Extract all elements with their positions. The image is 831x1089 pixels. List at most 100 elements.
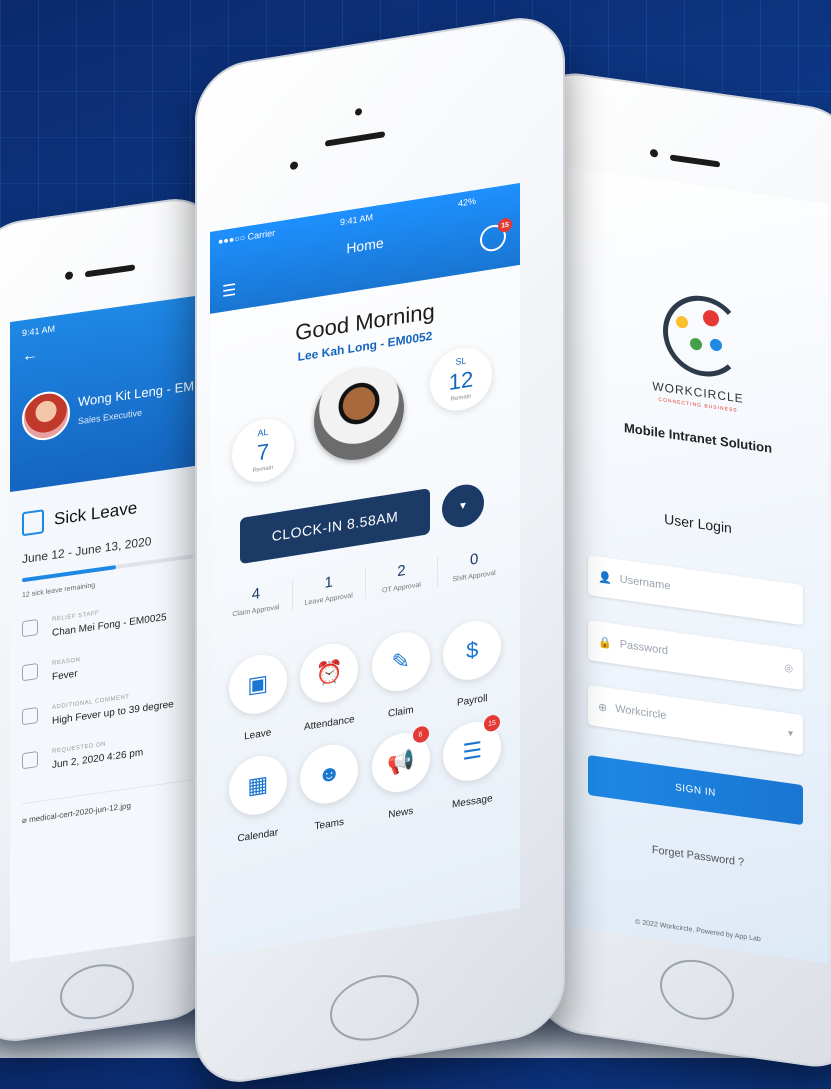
approval-item[interactable]: 0 Shift Approval [438,545,510,586]
approval-item[interactable]: 4 Claim Approval [220,579,293,622]
username-placeholder: Username [619,573,671,593]
money-icon: $ [466,636,479,664]
employee-title: Sales Executive [78,407,143,427]
approval-item[interactable]: 2 OT Approval [365,556,439,599]
paperclip-icon: ⌀ [22,815,27,826]
leave-details: RELIEF STAFF Chan Mei Fong - EM0025 REAS… [22,597,193,775]
status-time: 9:41 AM [340,212,374,228]
tile-icon-circle: $ [443,616,502,684]
login-screen: WORKCIRCLE CONNECTING BUSINESS Mobile In… [568,167,828,964]
username-field[interactable]: 👤 Username [588,554,803,626]
phone-center: ●●●○○ Carrier 9:41 AM 42% Home ☰ 15 Good… [195,10,565,1089]
person-icon [22,619,38,638]
menu-grid: ▣ Leave ⏰ Attendance ✎ Claim $ Payroll ▦ Cal… [222,616,508,847]
password-placeholder: Password [619,638,668,658]
chevron-down-icon[interactable]: ▼ [442,481,484,531]
leave-progress-fill [22,565,117,583]
menu-tile-calendar[interactable]: ▦ Calendar [222,751,294,847]
menu-tile-leave[interactable]: ▣ Leave [222,650,294,746]
calendar-check-icon: ▣ [247,669,269,699]
workcircle-logo [663,290,743,382]
tile-icon-circle: ⏰ [300,639,359,707]
home-button[interactable] [330,968,419,1047]
employee-name: Wong Kit Leng - EM [78,378,195,410]
alarm-clock-icon: ⏰ [315,657,343,688]
detail-label: REASON [52,657,81,668]
hamburger-menu-icon[interactable]: ☰ [222,280,236,302]
company-select[interactable]: ⊕ Workcircle ▾ [588,684,803,756]
company-placeholder: Workcircle [615,702,667,722]
status-time: 9:41 AM [22,323,56,339]
chat-icon: ☰ [462,736,483,765]
calendar-icon: ▦ [247,770,269,800]
forget-password-link[interactable]: Forget Password ? [568,832,828,881]
menu-tile-claim[interactable]: ✎ Claim [365,627,437,723]
tile-label: Claim [387,704,414,720]
menu-tile-news[interactable]: 📢 6 News [365,725,437,824]
password-field[interactable]: 🔒 Password ◎ [588,619,803,691]
detail-row: REASON Fever [22,641,193,687]
carrier: ●●●○○ Carrier [218,227,276,247]
tile-label: Leave [244,727,272,743]
eye-off-icon[interactable]: ◎ [784,662,793,674]
employee-header: 9:41 AM ← Wong Kit Leng - EM Sales Execu… [10,294,205,492]
tile-icon-circle: ✎ [371,628,430,696]
megaphone-icon: 📢 [387,747,415,777]
chevron-down-icon: ▾ [787,727,793,740]
proximity-sensor [355,107,362,116]
phone-right: WORKCIRCLE CONNECTING BUSINESS Mobile In… [530,66,831,1074]
notification-badge: 6 [412,725,429,744]
message-badge: 15 [498,217,512,234]
avatar [314,362,404,467]
notification-badge: 15 [484,713,500,733]
detail-row: RELIEF STAFF Chan Mei Fong - EM0025 [22,597,193,643]
home-button[interactable] [660,955,734,1025]
tile-icon-circle: ▣ [228,650,287,718]
leave-remaining: 12 sick leave remaining [22,581,96,600]
menu-tile-payroll[interactable]: $ Payroll [437,616,509,712]
battery-level: 42% [458,195,477,209]
speaker [670,154,720,168]
annual-leave-bubble[interactable]: AL 7 Remain [232,414,294,487]
user-icon: 👤 [598,570,612,585]
tile-label: Calendar [237,827,279,845]
detail-text: REQUESTED ON Jun 2, 2020 4:26 pm [52,736,143,771]
detail-text: REASON Fever [52,657,80,683]
calendar-icon [22,509,44,537]
leave-body: Sick Leave June 12 - June 13, 2020 12 si… [10,465,205,841]
leave-type: Sick Leave [54,498,138,529]
actions-area: CLOCK-IN 8.58AM ▼ 4 Claim Approval 1 Leav… [210,474,520,943]
detail-text: ADDITIONAL COMMENT High Fever up to 39 d… [52,688,174,727]
menu-tile-attendance[interactable]: ⏰ Attendance [294,638,366,734]
menu-tile-message[interactable]: ☰ 15 Message [437,713,509,813]
tile-label: Attendance [303,714,355,734]
leave-type-row: Sick Leave [22,488,193,537]
detail-row: ADDITIONAL COMMENT High Fever up to 39 d… [22,685,193,731]
pencil-icon [22,663,38,682]
login-title: User Login [664,510,732,537]
detail-row: REQUESTED ON Jun 2, 2020 4:26 pm [22,729,193,775]
tile-label: News [388,805,414,821]
speaker [85,264,135,278]
attachment-row[interactable]: ⌀ medical-cert-2020-jun-12.jpg [22,779,193,826]
front-camera [290,160,298,171]
tile-label: Message [451,793,493,811]
menu-tile-teams[interactable]: ☻ Teams [294,739,366,835]
tile-icon-circle: ▦ [228,751,287,819]
tile-label: Teams [314,816,344,833]
home-button[interactable] [60,959,134,1024]
sign-in-button[interactable]: SIGN IN [588,754,803,826]
front-camera [650,148,658,158]
detail-text: RELIEF STAFF Chan Mei Fong - EM0025 [52,601,167,639]
avatar [22,388,70,444]
leave-detail-screen: 9:41 AM ← Wong Kit Leng - EM Sales Execu… [10,294,205,962]
attachment-name: medical-cert-2020-jun-12.jpg [29,800,131,825]
phone-left: 9:41 AM ← Wong Kit Leng - EM Sales Execu… [0,192,220,1048]
back-arrow-icon[interactable]: ← [22,346,38,366]
comment-icon [22,707,38,726]
calendar-icon [22,751,38,770]
team-icon: ☻ [317,759,341,788]
sick-leave-bubble[interactable]: SL 12 Remain [430,343,492,416]
detail-value: Fever [52,668,78,684]
approval-item[interactable]: 1 Leave Approval [292,568,366,610]
